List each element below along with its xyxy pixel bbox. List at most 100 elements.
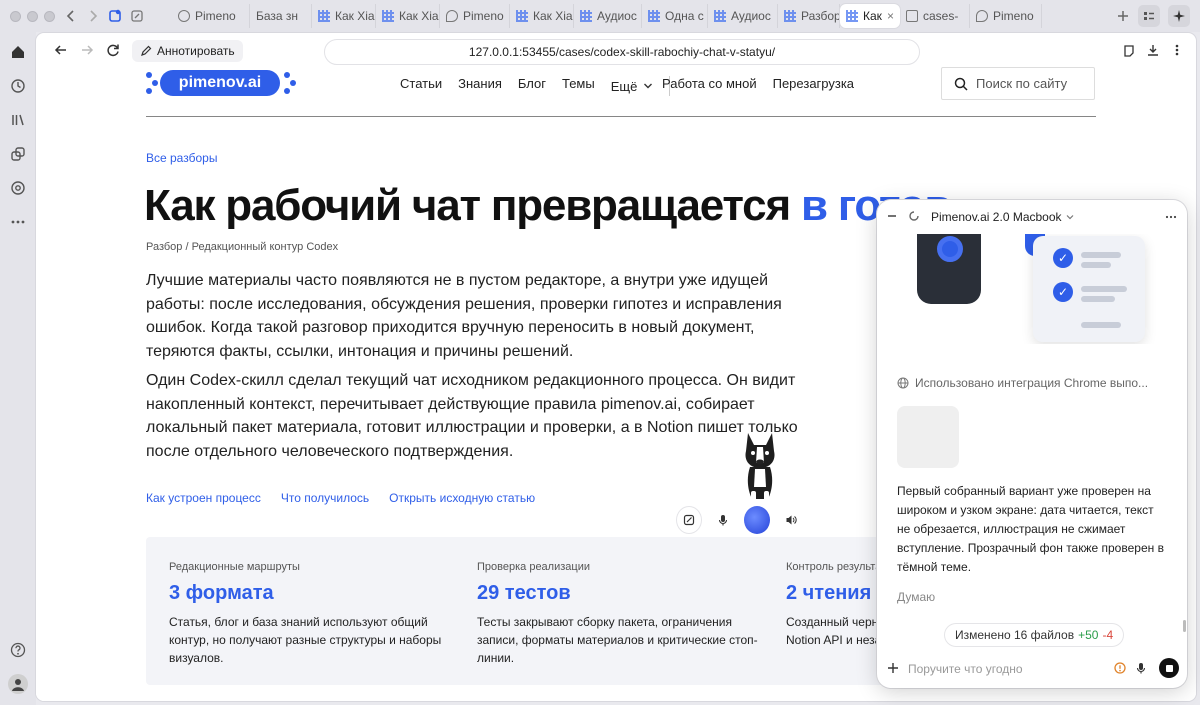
sidebar-toggle-icon[interactable] bbox=[1138, 5, 1160, 27]
stop-button[interactable] bbox=[1159, 658, 1179, 678]
chevron-down-icon bbox=[643, 81, 653, 91]
help-icon[interactable] bbox=[8, 640, 28, 660]
panel-title: Pimenov.ai 2.0 Macbook bbox=[931, 210, 1062, 224]
back-icon[interactable] bbox=[64, 9, 78, 23]
anchor-links: Как устроен процесс Что получилось Откры… bbox=[146, 491, 535, 505]
tab[interactable]: Одна с bbox=[642, 4, 708, 28]
stat-card: Редакционные маршруты 3 формата Статья, … bbox=[169, 561, 459, 667]
tab[interactable]: Как × bbox=[840, 4, 900, 28]
tab-label: Как Xia bbox=[533, 9, 573, 23]
link-source-article[interactable]: Открыть исходную статью bbox=[389, 491, 535, 505]
assistant-orb[interactable] bbox=[744, 506, 771, 534]
history-icon[interactable] bbox=[8, 76, 28, 96]
tab-label: Pimeno bbox=[463, 9, 504, 23]
tab[interactable]: cases- bbox=[900, 4, 970, 28]
tab[interactable]: База зн bbox=[250, 4, 312, 28]
download-icon[interactable] bbox=[1146, 43, 1160, 57]
nav-item-work-with-me[interactable]: Работа со мной bbox=[662, 76, 757, 91]
spinner-icon bbox=[908, 210, 920, 222]
tab-bar: Pimeno База зн Как Xia Как Xia Pimeno Как Xia… bbox=[0, 0, 1200, 32]
nav-item-topics[interactable]: Темы bbox=[562, 76, 595, 96]
all-reviews-link[interactable]: Все разборы bbox=[146, 151, 217, 165]
nav-item-articles[interactable]: Статьи bbox=[400, 76, 442, 96]
workspace-selector[interactable]: Pimenov.ai 2.0 Macbook bbox=[931, 210, 1074, 224]
more-icon[interactable] bbox=[1165, 211, 1177, 223]
floating-toolbar bbox=[676, 505, 804, 535]
boosts-icon[interactable] bbox=[8, 144, 28, 164]
nav-item-blog[interactable]: Блог bbox=[518, 76, 546, 96]
warning-icon[interactable] bbox=[1114, 662, 1126, 674]
edit-icon[interactable] bbox=[676, 506, 703, 534]
lines-added: +50 bbox=[1078, 628, 1099, 642]
microphone-icon[interactable] bbox=[1135, 662, 1147, 674]
speaker-icon[interactable] bbox=[778, 506, 804, 534]
site-logo[interactable]: pimenov.ai bbox=[144, 69, 296, 99]
tab-label: Разбор bbox=[801, 9, 840, 23]
grid-icon bbox=[318, 10, 330, 22]
tab[interactable]: Как Xia bbox=[376, 4, 440, 28]
stat-label: Проверка реализации bbox=[477, 561, 590, 573]
tab[interactable]: Разбор bbox=[778, 4, 840, 28]
extension-icon[interactable] bbox=[108, 9, 122, 23]
tab-label: Как Xia bbox=[399, 9, 439, 23]
plus-icon[interactable] bbox=[887, 662, 899, 674]
address-bar[interactable]: 127.0.0.1:53455/cases/codex-skill-raboch… bbox=[324, 39, 920, 65]
minimize-window-button[interactable] bbox=[27, 10, 38, 22]
title-main: Как рабочий чат превращается bbox=[144, 181, 801, 230]
avatar[interactable] bbox=[8, 674, 28, 694]
phone-illustration bbox=[917, 234, 981, 304]
tab-nav bbox=[64, 9, 172, 23]
library-icon[interactable] bbox=[8, 110, 28, 130]
annotate-button[interactable]: Аннотировать bbox=[132, 40, 243, 62]
site-search[interactable]: Поиск по сайту bbox=[941, 67, 1095, 100]
left-sidebar bbox=[0, 32, 36, 705]
forward-icon[interactable] bbox=[80, 43, 94, 57]
reload-icon[interactable] bbox=[106, 43, 120, 57]
share-icon[interactable] bbox=[1122, 43, 1136, 57]
microphone-icon[interactable] bbox=[710, 506, 736, 534]
tool-usage-text: Использовано интеграция Chrome выпо... bbox=[915, 376, 1149, 390]
tab[interactable]: Аудиос bbox=[574, 4, 642, 28]
circle-icon bbox=[178, 10, 190, 22]
prompt-input[interactable]: Поручите что угодно bbox=[908, 662, 1023, 676]
tab[interactable]: Pimeno bbox=[970, 4, 1042, 28]
globe-icon bbox=[897, 377, 909, 389]
url-text: 127.0.0.1:53455/cases/codex-skill-raboch… bbox=[468, 45, 776, 59]
ai-sparkle-icon[interactable] bbox=[1168, 5, 1190, 27]
more-icon[interactable] bbox=[1170, 43, 1184, 57]
link-process[interactable]: Как устроен процесс bbox=[146, 491, 261, 505]
edit-icon[interactable] bbox=[130, 9, 144, 23]
attachment-thumbnail[interactable] bbox=[897, 406, 959, 468]
tab[interactable]: Аудиос bbox=[708, 4, 778, 28]
forward-icon[interactable] bbox=[86, 9, 100, 23]
close-window-button[interactable] bbox=[10, 10, 21, 22]
nav-item-reboot[interactable]: Перезагрузка bbox=[773, 76, 854, 91]
panel-scrollbar[interactable] bbox=[1183, 620, 1186, 632]
nav-item-more[interactable]: Ещё bbox=[611, 76, 654, 96]
minimize-icon[interactable] bbox=[887, 211, 897, 221]
tool-usage-line[interactable]: Использовано интеграция Chrome выпо... bbox=[897, 376, 1148, 390]
page-title: Как рабочий чат превращается в готов bbox=[144, 181, 951, 231]
annotate-label: Аннотировать bbox=[157, 44, 235, 58]
more-icon[interactable] bbox=[8, 212, 28, 232]
tab[interactable]: Pimeno bbox=[440, 4, 510, 28]
tab[interactable]: Как Xia bbox=[312, 4, 376, 28]
close-tab-icon[interactable]: × bbox=[887, 9, 894, 23]
tab[interactable]: Pimeno bbox=[172, 4, 250, 28]
tab-label: cases- bbox=[923, 9, 959, 23]
home-icon[interactable] bbox=[8, 42, 28, 62]
grid-icon bbox=[516, 10, 528, 22]
dog-sticker[interactable] bbox=[736, 429, 784, 505]
lines-removed: -4 bbox=[1102, 628, 1114, 642]
new-tab-icon[interactable] bbox=[1116, 9, 1130, 23]
maximize-window-button[interactable] bbox=[44, 10, 55, 22]
nav-item-knowledge[interactable]: Знания bbox=[458, 76, 502, 96]
back-icon[interactable] bbox=[54, 43, 68, 57]
changed-files-badge[interactable]: Изменено 16 файлов +50 -4 bbox=[945, 624, 1124, 646]
checklist-illustration: ✓ ✓ bbox=[1033, 236, 1145, 342]
link-result[interactable]: Что получилось bbox=[281, 491, 369, 505]
mention-icon[interactable] bbox=[8, 178, 28, 198]
nav-item-more-label: Ещё bbox=[610, 78, 638, 94]
tab[interactable]: Как Xia bbox=[510, 4, 574, 28]
tab-label: База зн bbox=[256, 9, 299, 23]
